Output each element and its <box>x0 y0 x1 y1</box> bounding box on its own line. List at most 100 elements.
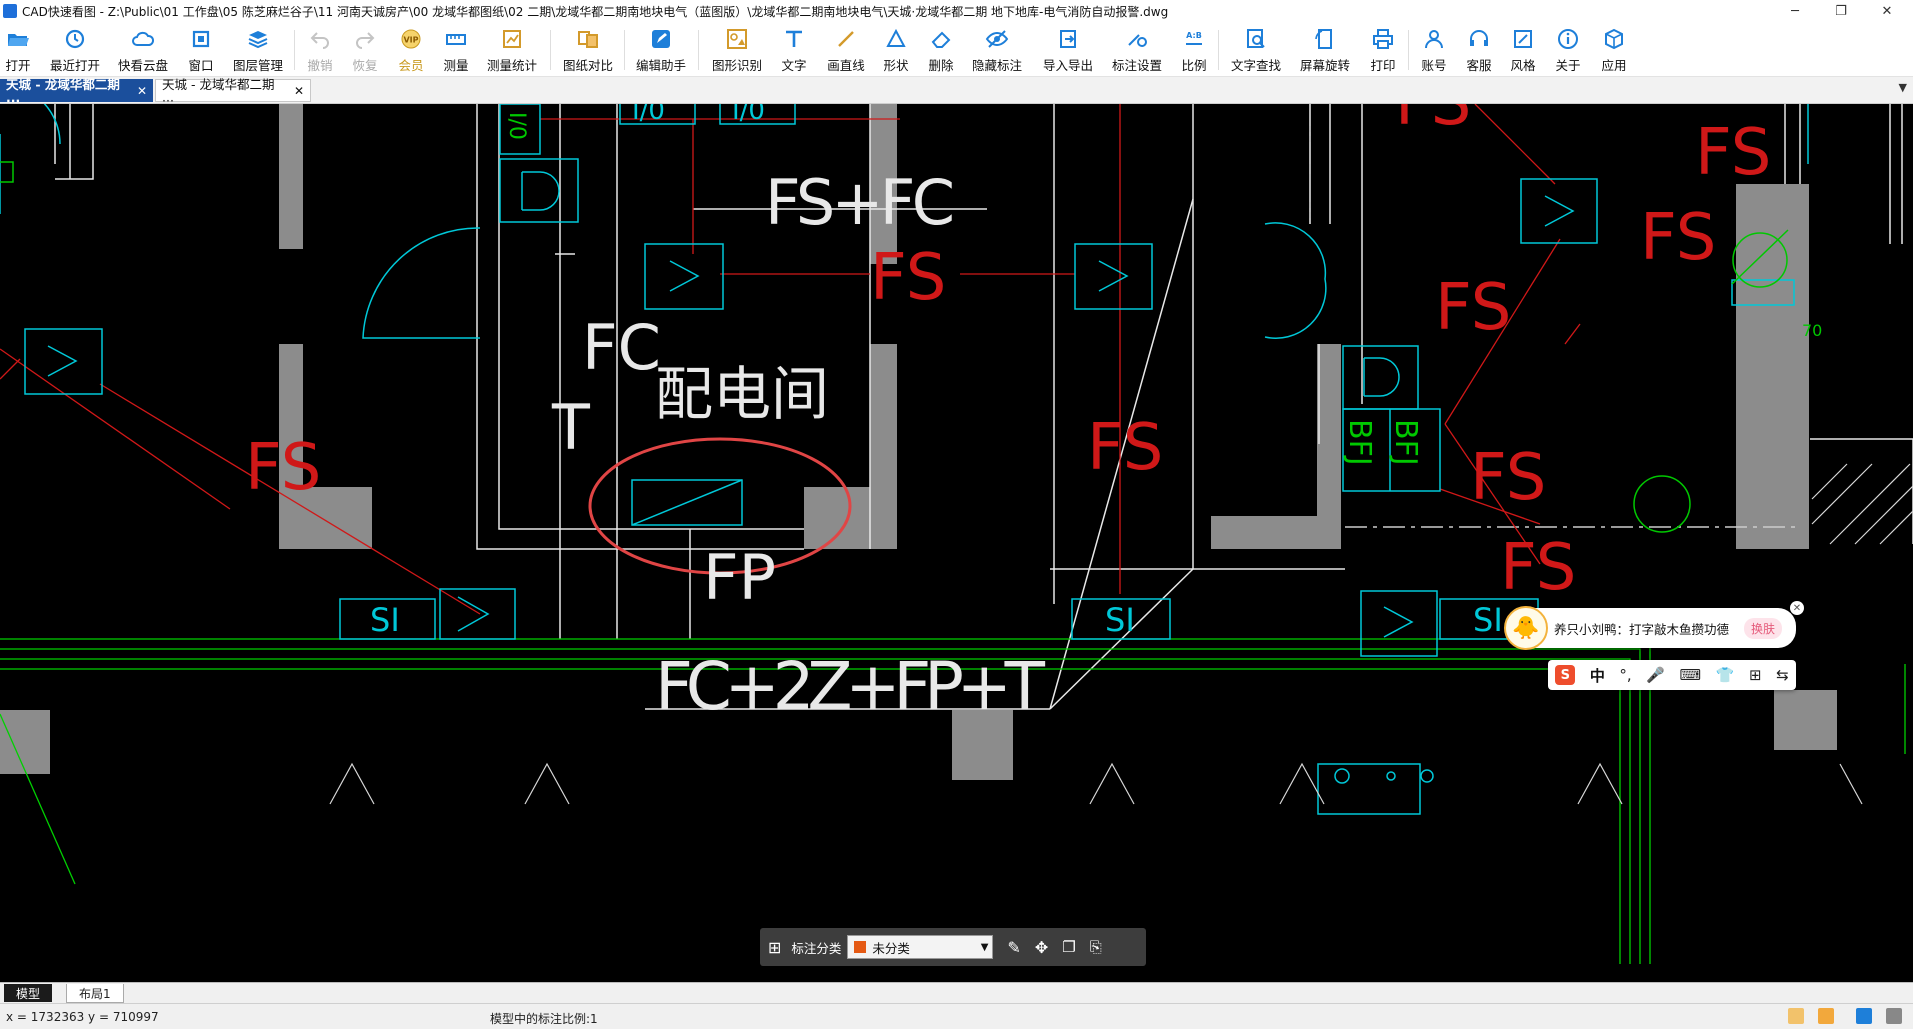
status-settings-icon[interactable] <box>1886 1008 1902 1024</box>
shape-recognize-icon <box>727 29 747 49</box>
toolbar-scale-button[interactable]: A:B 比例 <box>1180 25 1208 75</box>
layout-tab-model[interactable]: 模型 <box>4 984 53 1002</box>
toolbar-measure-button[interactable]: 测量 <box>442 25 470 75</box>
ime-more-icon[interactable]: ⇆ <box>1776 666 1789 684</box>
toolbar-rotate-screen-button[interactable]: 屏幕旋转 <box>1300 25 1350 75</box>
ime-punctuation-icon[interactable]: °, <box>1619 666 1631 684</box>
toolbar-separator <box>1408 30 1409 70</box>
layout-tab-bar: 模型 布局1 <box>0 982 1913 1003</box>
window-title: CAD快速看图 - Z:\Public\01 工作盘\05 陈芝麻烂谷子\11 … <box>22 4 1169 19</box>
cad-drawing: FS+FC FC T 配电间 FP FC+2Z+FP+T FS FS FS FS… <box>0 104 1913 964</box>
toolbar-text-search-button[interactable]: 文字查找 <box>1231 25 1281 75</box>
annotation-category-select[interactable]: 未分类 ▼ <box>847 935 994 959</box>
maximize-button[interactable]: ❐ <box>1818 0 1864 22</box>
label-si: SI <box>1473 601 1503 639</box>
label-dim-70: 70 <box>1802 321 1822 340</box>
annotation-scale-text: 模型中的标注比例:1 <box>490 1012 598 1026</box>
toolbar-about-button[interactable]: 关于 <box>1554 25 1582 75</box>
history-icon <box>65 29 85 49</box>
toolbar-edit-assistant-button[interactable]: 编辑助手 <box>636 25 686 75</box>
layout-tab-layout1[interactable]: 布局1 <box>66 984 124 1003</box>
toolbar-import-export-button[interactable]: 导入导出 <box>1042 25 1094 75</box>
toolbar-window-button[interactable]: 窗口 <box>187 25 215 75</box>
copy-annotation-icon[interactable]: ❐ <box>1062 938 1075 956</box>
label-fs: FS <box>1470 441 1546 515</box>
toolbox-grid-icon[interactable]: ⊞ <box>1749 666 1762 684</box>
toolbar-recent-button[interactable]: 最近打开 <box>50 25 100 75</box>
ime-tip-close-icon[interactable]: ✕ <box>1790 601 1804 615</box>
title-bar: CAD快速看图 - Z:\Public\01 工作盘\05 陈芝麻烂谷子\11 … <box>0 0 1913 22</box>
status-folder-icon[interactable] <box>1788 1008 1804 1024</box>
toolbar-open-button[interactable]: 打开 <box>4 25 32 75</box>
scale-icon: A:B <box>1186 31 1202 45</box>
annotation-category-label: 标注分类 <box>791 940 842 956</box>
label-fs: FS <box>1500 531 1576 605</box>
printer-icon <box>1373 29 1393 49</box>
label-fs: FS <box>245 431 321 505</box>
toolbar-apps-button[interactable]: 应用 <box>1600 25 1628 75</box>
skin-shirt-icon[interactable]: 👕 <box>1716 666 1735 684</box>
move-annotation-icon[interactable]: ✥ <box>1035 938 1048 957</box>
tab-overflow-icon[interactable]: ▼ <box>1899 81 1907 94</box>
text-icon <box>786 30 802 47</box>
cloud-icon <box>132 31 155 46</box>
toolbar-redo-button[interactable]: 恢复 <box>351 25 379 75</box>
window-icon <box>192 30 210 48</box>
close-tab-icon[interactable]: ✕ <box>294 84 304 98</box>
toolbar-measure-stats-button[interactable]: 测量统计 <box>487 25 537 75</box>
toolbar-shape-button[interactable]: 形状 <box>882 25 910 75</box>
folder-open-icon <box>8 34 29 46</box>
close-tab-icon[interactable]: ✕ <box>137 84 147 98</box>
toolbar-print-button[interactable]: 打印 <box>1369 25 1397 75</box>
document-tab-active[interactable]: 天城 - 龙域华都二期 ··· ✕ <box>0 77 153 108</box>
close-window-button[interactable]: ✕ <box>1864 0 1910 22</box>
toolbar-shape-recognize-button[interactable]: 图形识别 <box>712 25 762 75</box>
toolbar-hide-annotation-button[interactable]: 隐藏标注 <box>972 25 1022 75</box>
info-icon <box>1558 29 1578 49</box>
label-bfj: BFJ <box>1342 419 1377 466</box>
chevron-down-icon: ▼ <box>980 941 989 953</box>
edit-annotation-icon[interactable]: ✎ <box>1007 938 1020 957</box>
microphone-icon[interactable]: 🎤 <box>1646 666 1665 684</box>
toolbar-text-button[interactable]: 文字 <box>780 25 808 75</box>
status-pdf-icon[interactable] <box>1856 1008 1872 1024</box>
ime-status-bar: S 中 °, 🎤 ⌨ 👕 ⊞ ⇆ <box>1548 660 1796 690</box>
drawing-canvas[interactable]: FS+FC FC T 配电间 FP FC+2Z+FP+T FS FS FS FS… <box>0 104 1913 982</box>
line-icon <box>838 31 854 47</box>
label-fs: FS <box>1087 411 1163 485</box>
label-fs: FS <box>1695 116 1771 190</box>
toolbar-delete-button[interactable]: 删除 <box>927 25 955 75</box>
paste-annotation-icon[interactable]: ⎘ <box>1090 938 1102 956</box>
toolbar-undo-button[interactable]: 撤销 <box>306 25 334 75</box>
toolbar-vip-button[interactable]: VIP 会员 <box>397 25 425 75</box>
ime-tip-popup[interactable]: 🐥 养只小刘鸭：打字敲木鱼攒功德 换肤 <box>1504 606 1796 650</box>
grid-icon[interactable]: ⊞ <box>768 938 781 957</box>
redo-icon <box>356 32 375 49</box>
shape-icon <box>886 28 906 47</box>
main-toolbar: 打开 最近打开 快看云盘 窗口 图层管理 撤销 恢复 VIP 会员 测量 测量统… <box>0 22 1913 77</box>
import-export-icon <box>1060 30 1076 48</box>
status-bar: x = 1732363 y = 710997 模型中的标注比例:1 <box>0 1003 1913 1029</box>
label-fs: FS <box>1640 201 1716 275</box>
document-tab[interactable]: 天城 - 龙域华都二期 ··· ✕ <box>155 77 311 108</box>
ime-skin-button[interactable]: 换肤 <box>1744 617 1783 639</box>
label-fc: FC <box>582 311 661 384</box>
label-fp: FP <box>703 541 776 614</box>
minimize-button[interactable]: ─ <box>1772 0 1818 22</box>
toolbar-line-button[interactable]: 画直线 <box>827 25 865 75</box>
toolbar-style-button[interactable]: 风格 <box>1509 25 1537 75</box>
sogou-logo-icon[interactable]: S <box>1555 665 1576 685</box>
status-export-icon[interactable] <box>1818 1008 1834 1024</box>
apps-cube-icon <box>1605 28 1623 50</box>
toolbar-layers-button[interactable]: 图层管理 <box>232 25 284 75</box>
eye-hide-icon <box>985 30 1009 48</box>
toolbar-cloud-button[interactable]: 快看云盘 <box>118 25 168 75</box>
toolbar-separator <box>1218 30 1219 70</box>
cursor-coordinates: x = 1732363 y = 710997 <box>6 1010 159 1024</box>
toolbar-compare-button[interactable]: 图纸对比 <box>563 25 613 75</box>
toolbar-account-button[interactable]: 账号 <box>1420 25 1448 75</box>
keyboard-icon[interactable]: ⌨ <box>1680 666 1702 684</box>
toolbar-annotation-settings-button[interactable]: 标注设置 <box>1112 25 1162 75</box>
ime-mode-toggle[interactable]: 中 <box>1590 665 1605 686</box>
toolbar-support-button[interactable]: 客服 <box>1465 25 1493 75</box>
